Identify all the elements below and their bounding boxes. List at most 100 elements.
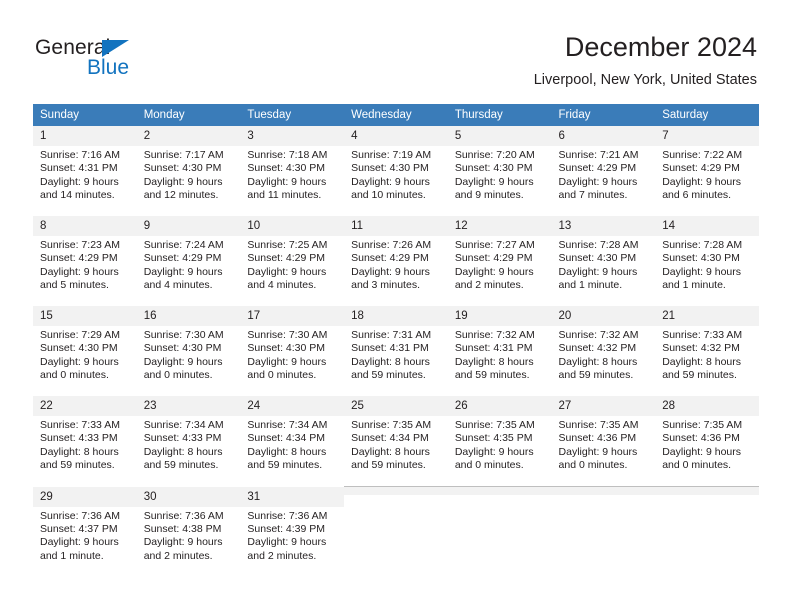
day-number: 7 (655, 126, 759, 146)
day-number: 21 (655, 306, 759, 326)
calendar-day-cell[interactable]: 31 Sunrise: 7:36 AM Sunset: 4:39 PM Dayligh… (240, 486, 345, 566)
sunset-time: Sunset: 4:37 PM (40, 522, 118, 535)
sunset-time: Sunset: 4:36 PM (662, 432, 740, 445)
week-spacer-row (33, 385, 759, 396)
sunrise-time: Sunrise: 7:23 AM (40, 239, 120, 251)
day-details: Sunrise: 7:36 AM Sunset: 4:37 PM Daylight:… (33, 507, 137, 564)
sunrise-time: Sunrise: 7:35 AM (351, 419, 432, 431)
daylight-duration-line1: Daylight: 8 hours (247, 445, 327, 458)
daylight-duration-line1: Daylight: 9 hours (143, 355, 223, 368)
calendar-day-cell[interactable]: 11 Sunrise: 7:26 AM Sunset: 4:29 PM Dayligh… (344, 216, 448, 295)
calendar-day-cell-empty (344, 486, 448, 566)
daylight-duration-line2: and 59 minutes. (143, 459, 219, 472)
daylight-duration-line1: Daylight: 9 hours (143, 265, 223, 278)
calendar-day-cell[interactable]: 26 Sunrise: 7:35 AM Sunset: 4:35 PM Dayligh… (447, 396, 552, 475)
sunset-time: Sunset: 4:29 PM (662, 162, 740, 175)
calendar-day-cell[interactable]: 17 Sunrise: 7:30 AM Sunset: 4:30 PM Dayligh… (240, 306, 345, 385)
calendar-day-cell[interactable]: 12 Sunrise: 7:27 AM Sunset: 4:29 PM Dayligh… (447, 216, 552, 295)
day-details: Sunrise: 7:35 AM Sunset: 4:36 PM Daylight:… (552, 416, 656, 473)
calendar-day-cell[interactable]: 15 Sunrise: 7:29 AM Sunset: 4:30 PM Dayligh… (33, 306, 137, 385)
calendar-day-cell[interactable]: 19 Sunrise: 7:32 AM Sunset: 4:31 PM Dayligh… (447, 306, 552, 385)
daylight-duration-line1: Daylight: 9 hours (247, 536, 327, 549)
week-spacer-cell (33, 295, 759, 306)
day-number: 30 (136, 486, 241, 507)
title-block: December 2024 Liverpool, New York, Unite… (534, 30, 757, 91)
day-details: Sunrise: 7:36 AM Sunset: 4:39 PM Daylight:… (240, 507, 344, 564)
calendar-day-cell[interactable]: 13 Sunrise: 7:28 AM Sunset: 4:30 PM Dayligh… (551, 216, 656, 295)
general-blue-logo[interactable]: General Blue (35, 36, 165, 84)
daylight-duration-line1: Daylight: 9 hours (662, 265, 742, 278)
calendar-day-cell-empty (655, 486, 759, 566)
day-details: Sunrise: 7:30 AM Sunset: 4:30 PM Daylight:… (240, 326, 344, 383)
sunset-time: Sunset: 4:30 PM (558, 252, 637, 265)
calendar-day-cell[interactable]: 21 Sunrise: 7:33 AM Sunset: 4:32 PM Dayligh… (655, 306, 759, 385)
day-details: Sunrise: 7:29 AM Sunset: 4:30 PM Daylight:… (33, 326, 137, 383)
daylight-duration-line2: and 4 minutes. (247, 279, 317, 292)
location-subtitle: Liverpool, New York, United States (533, 72, 757, 88)
calendar-day-cell[interactable]: 8 Sunrise: 7:23 AM Sunset: 4:29 PM Daylight… (33, 216, 137, 295)
calendar-week-row: 22 Sunrise: 7:33 AM Sunset: 4:33 PM Dayligh… (33, 396, 759, 475)
week-spacer-row (33, 295, 759, 306)
day-details: Sunrise: 7:34 AM Sunset: 4:33 PM Daylight:… (137, 416, 241, 473)
sunset-time: Sunset: 4:30 PM (351, 162, 429, 175)
sunrise-time: Sunrise: 7:18 AM (247, 149, 328, 161)
day-number: 5 (447, 126, 552, 146)
day-details: Sunrise: 7:35 AM Sunset: 4:36 PM Daylight:… (655, 416, 759, 473)
daylight-duration-line2: and 59 minutes. (351, 459, 426, 472)
calendar-header-row: Sunday Monday Tuesday Wednesday Thursday… (33, 104, 759, 126)
calendar-day-cell[interactable]: 29 Sunrise: 7:36 AM Sunset: 4:37 PM Dayligh… (33, 486, 137, 566)
calendar-day-cell[interactable]: 7 Sunrise: 7:22 AM Sunset: 4:29 PM Daylight… (655, 126, 759, 205)
calendar-day-cell[interactable]: 2 Sunrise: 7:17 AM Sunset: 4:30 PM Daylight… (136, 126, 241, 205)
sunrise-time: Sunrise: 7:32 AM (454, 329, 535, 341)
day-number: 1 (33, 126, 137, 146)
calendar-day-cell[interactable]: 14 Sunrise: 7:28 AM Sunset: 4:30 PM Dayligh… (655, 216, 759, 295)
calendar-day-cell[interactable]: 3 Sunrise: 7:18 AM Sunset: 4:30 PM Daylight… (240, 126, 345, 205)
calendar-day-cell[interactable]: 4 Sunrise: 7:19 AM Sunset: 4:30 PM Daylight… (344, 126, 448, 205)
calendar-day-cell[interactable]: 20 Sunrise: 7:32 AM Sunset: 4:32 PM Dayligh… (551, 306, 656, 385)
sunset-time: Sunset: 4:31 PM (351, 342, 429, 355)
day-details: Sunrise: 7:28 AM Sunset: 4:30 PM Daylight:… (655, 236, 759, 293)
calendar-day-cell[interactable]: 16 Sunrise: 7:30 AM Sunset: 4:30 PM Dayligh… (136, 306, 241, 385)
calendar-day-cell[interactable]: 10 Sunrise: 7:25 AM Sunset: 4:29 PM Dayligh… (240, 216, 345, 295)
daylight-duration-line2: and 9 minutes. (454, 189, 524, 202)
daylight-duration-line2: and 6 minutes. (662, 189, 732, 202)
sunset-time: Sunset: 4:34 PM (351, 432, 429, 445)
calendar-day-cell[interactable]: 5 Sunrise: 7:20 AM Sunset: 4:30 PM Daylight… (447, 126, 552, 205)
sunset-time: Sunset: 4:30 PM (247, 162, 326, 175)
day-number: 11 (344, 216, 448, 236)
calendar-day-cell[interactable]: 28 Sunrise: 7:35 AM Sunset: 4:36 PM Dayligh… (655, 396, 759, 475)
calendar-day-cell[interactable]: 23 Sunrise: 7:34 AM Sunset: 4:33 PM Dayligh… (136, 396, 241, 475)
day-details: Sunrise: 7:20 AM Sunset: 4:30 PM Daylight:… (448, 146, 552, 203)
day-number: 28 (655, 396, 759, 416)
calendar-day-cell[interactable]: 1 Sunrise: 7:16 AM Sunset: 4:31 PM Daylight… (33, 126, 137, 205)
sunset-time: Sunset: 4:33 PM (143, 432, 222, 445)
daylight-duration-line1: Daylight: 9 hours (454, 175, 534, 188)
daylight-duration-line1: Daylight: 9 hours (143, 175, 223, 188)
weekday-header-monday: Monday (136, 104, 241, 126)
daylight-duration-line1: Daylight: 9 hours (40, 536, 119, 549)
calendar-day-cell[interactable]: 24 Sunrise: 7:34 AM Sunset: 4:34 PM Dayligh… (240, 396, 345, 475)
sunrise-time: Sunrise: 7:26 AM (351, 239, 432, 251)
sunrise-time: Sunrise: 7:28 AM (662, 239, 743, 251)
sunset-time: Sunset: 4:33 PM (40, 432, 118, 445)
sunrise-time: Sunrise: 7:28 AM (558, 239, 639, 251)
day-details: Sunrise: 7:17 AM Sunset: 4:30 PM Daylight:… (137, 146, 241, 203)
calendar-day-cell[interactable]: 18 Sunrise: 7:31 AM Sunset: 4:31 PM Dayligh… (344, 306, 448, 385)
daylight-duration-line2: and 59 minutes. (40, 459, 115, 472)
daylight-duration-line2: and 1 minute. (662, 279, 726, 292)
daylight-duration-line1: Daylight: 9 hours (558, 445, 638, 458)
calendar-day-cell[interactable]: 25 Sunrise: 7:35 AM Sunset: 4:34 PM Dayligh… (344, 396, 448, 475)
daylight-duration-line1: Daylight: 9 hours (558, 265, 638, 278)
week-spacer-cell (33, 475, 759, 487)
calendar-day-cell[interactable]: 22 Sunrise: 7:33 AM Sunset: 4:33 PM Dayligh… (33, 396, 137, 475)
calendar-week-row: 1 Sunrise: 7:16 AM Sunset: 4:31 PM Daylight… (33, 126, 759, 205)
calendar-day-cell[interactable]: 30 Sunrise: 7:36 AM Sunset: 4:38 PM Dayligh… (136, 486, 241, 566)
calendar-day-cell[interactable]: 27 Sunrise: 7:35 AM Sunset: 4:36 PM Dayligh… (551, 396, 656, 475)
sunset-time: Sunset: 4:30 PM (247, 342, 326, 355)
daylight-duration-line2: and 11 minutes. (247, 189, 322, 202)
calendar-day-cell[interactable]: 9 Sunrise: 7:24 AM Sunset: 4:29 PM Daylight… (136, 216, 241, 295)
week-spacer-row (33, 205, 759, 216)
day-number: 25 (344, 396, 448, 416)
day-details: Sunrise: 7:24 AM Sunset: 4:29 PM Daylight:… (137, 236, 241, 293)
calendar-day-cell[interactable]: 6 Sunrise: 7:21 AM Sunset: 4:29 PM Daylight… (551, 126, 656, 205)
